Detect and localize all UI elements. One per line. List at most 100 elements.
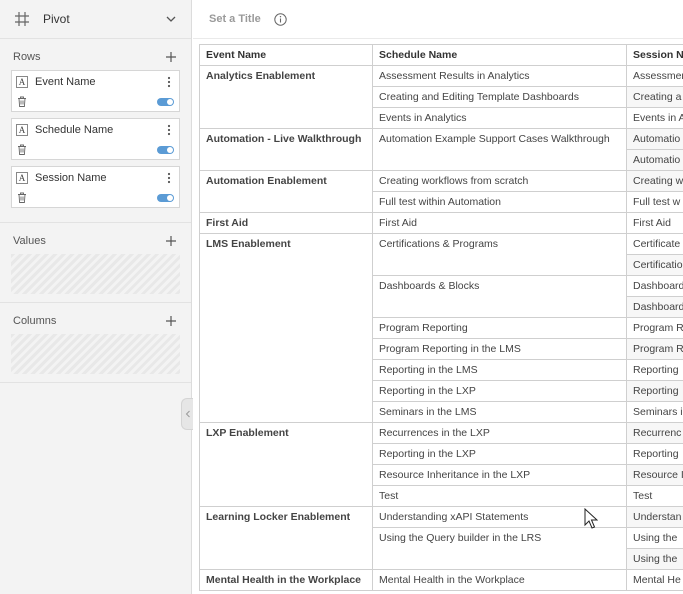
row-field-card[interactable]: A Event Name [11, 70, 180, 112]
title-bar: Set a Title [193, 0, 683, 39]
pivot-header[interactable]: Pivot [0, 0, 191, 39]
session-name-cell: First Aid [626, 212, 683, 234]
session-name-cell: Certificatio [626, 254, 683, 276]
kebab-menu-icon[interactable] [167, 124, 171, 136]
schedule-name-cell: Recurrences in the LXP [372, 422, 627, 444]
schedule-name-cell: Full test within Automation [372, 191, 627, 213]
trash-icon[interactable] [17, 192, 27, 203]
table-row: Automation Enablement Creating workflows… [199, 170, 683, 213]
row-field-name: Session Name [35, 171, 107, 184]
session-name-cell: Mental He [626, 569, 683, 591]
schedule-name-cell: Program Reporting [372, 317, 627, 339]
kebab-menu-icon[interactable] [167, 76, 171, 88]
schedule-name-cell: Reporting in the LXP [372, 380, 627, 402]
session-name-cell: Automatio [626, 149, 683, 171]
session-name-cell: Using the [626, 527, 683, 549]
chevron-down-icon[interactable] [165, 13, 177, 25]
pivot-title: Pivot [43, 12, 70, 26]
column-header[interactable]: Session N [626, 44, 683, 66]
pivot-table-container[interactable]: Event Name Schedule Name Session N Analy… [199, 44, 683, 594]
schedule-name-cell: Program Reporting in the LMS [372, 338, 627, 360]
event-name-cell: First Aid [199, 212, 373, 234]
table-row: Analytics Enablement Assessment Results … [199, 65, 683, 129]
values-label: Values [13, 235, 46, 247]
schedule-name-cell: Dashboards & Blocks [372, 275, 627, 318]
session-name-cell: Recurrenc [626, 422, 683, 444]
schedule-name-cell: Test [372, 485, 627, 507]
grid-icon [15, 12, 29, 26]
text-type-icon: A [16, 123, 28, 136]
add-row-icon[interactable] [165, 51, 177, 63]
columns-section: Columns [0, 303, 191, 383]
row-field-card[interactable]: A Session Name [11, 166, 180, 208]
session-name-cell: Assessmen [626, 65, 683, 87]
mouse-cursor-icon [584, 508, 598, 529]
values-section: Values [0, 223, 191, 303]
visibility-toggle[interactable] [157, 193, 174, 202]
table-row: Automation - Live Walkthrough Automation… [199, 128, 683, 171]
rows-label: Rows [13, 51, 41, 63]
text-type-icon: A [16, 171, 28, 184]
rows-section: Rows A Event Name A Schedule Name A Sess… [0, 39, 191, 223]
schedule-name-cell: Using the Query builder in the LRS [372, 527, 627, 570]
schedule-name-cell: Creating and Editing Template Dashboards [372, 86, 627, 108]
session-name-cell: Automatio [626, 128, 683, 150]
columns-label: Columns [13, 315, 57, 327]
row-field-name: Schedule Name [35, 123, 114, 136]
schedule-name-cell: Certifications & Programs [372, 233, 627, 276]
session-name-cell: Understan [626, 506, 683, 528]
session-name-cell: Program R [626, 317, 683, 339]
collapse-sidebar-handle[interactable] [181, 398, 193, 430]
schedule-name-cell: Assessment Results in Analytics [372, 65, 627, 87]
session-name-cell: Certificate [626, 233, 683, 255]
values-dropzone[interactable] [11, 254, 180, 294]
session-name-cell: Seminars i [626, 401, 683, 423]
schedule-name-cell: Events in Analytics [372, 107, 627, 129]
session-name-cell: Dashboard [626, 296, 683, 318]
event-name-cell: Analytics Enablement [199, 65, 373, 129]
session-name-cell: Using the [626, 548, 683, 570]
trash-icon[interactable] [17, 144, 27, 155]
row-field-card[interactable]: A Schedule Name [11, 118, 180, 160]
event-name-cell: LMS Enablement [199, 233, 373, 423]
schedule-name-cell: Reporting in the LMS [372, 359, 627, 381]
table-row: LMS Enablement Certifications & Programs… [199, 233, 683, 423]
table-row: LXP Enablement Recurrences in the LXP Re… [199, 422, 683, 507]
schedule-name-cell: Seminars in the LMS [372, 401, 627, 423]
session-name-cell: Full test w [626, 191, 683, 213]
set-title-field[interactable]: Set a Title [209, 13, 261, 25]
visibility-toggle[interactable] [157, 145, 174, 154]
column-header[interactable]: Event Name [199, 44, 373, 66]
session-name-cell: Creating w [626, 170, 683, 192]
schedule-name-cell: First Aid [372, 212, 627, 234]
info-icon[interactable] [274, 12, 287, 26]
schedule-name-cell: Mental Health in the Workplace [372, 569, 627, 591]
table-row: Learning Locker Enablement Understanding… [199, 506, 683, 570]
add-column-icon[interactable] [165, 315, 177, 327]
event-name-cell: Learning Locker Enablement [199, 506, 373, 570]
session-name-cell: Program R [626, 338, 683, 360]
table-row: Mental Health in the Workplace Mental He… [199, 569, 683, 591]
schedule-name-cell: Creating workflows from scratch [372, 170, 627, 192]
text-type-icon: A [16, 75, 28, 88]
event-name-cell: LXP Enablement [199, 422, 373, 507]
schedule-name-cell: Automation Example Support Cases Walkthr… [372, 128, 627, 171]
pivot-table: Event Name Schedule Name Session N Analy… [199, 44, 683, 591]
row-field-name: Event Name [35, 75, 96, 88]
session-name-cell: Events in A [626, 107, 683, 129]
event-name-cell: Mental Health in the Workplace [199, 569, 373, 591]
kebab-menu-icon[interactable] [167, 172, 171, 184]
chevron-left-icon [185, 410, 190, 418]
pivot-main: Set a Title Event Name Schedule Name Ses… [193, 0, 683, 594]
add-value-icon[interactable] [165, 235, 177, 247]
visibility-toggle[interactable] [157, 97, 174, 106]
trash-icon[interactable] [17, 96, 27, 107]
session-name-cell: Resource I [626, 464, 683, 486]
session-name-cell: Reporting [626, 380, 683, 402]
schedule-name-cell: Resource Inheritance in the LXP [372, 464, 627, 486]
schedule-name-cell: Reporting in the LXP [372, 443, 627, 465]
session-name-cell: Test [626, 485, 683, 507]
columns-dropzone[interactable] [11, 334, 180, 374]
column-header[interactable]: Schedule Name [372, 44, 627, 66]
pivot-sidebar: Pivot Rows A Event Name A Schedule Name … [0, 0, 192, 594]
